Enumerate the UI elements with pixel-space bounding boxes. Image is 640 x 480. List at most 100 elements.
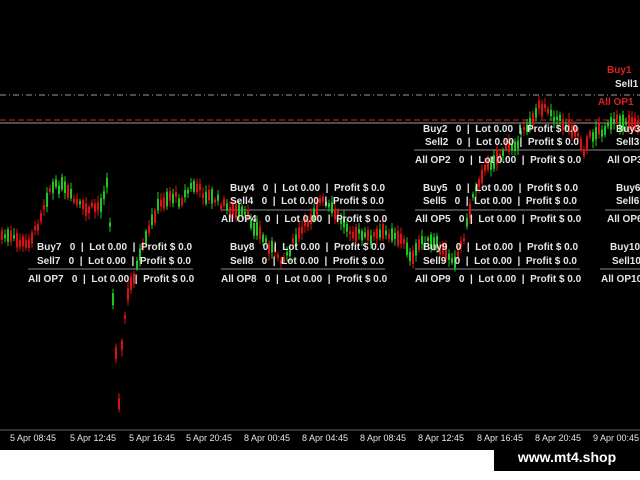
time-tick-label: 8 Apr 12:45 <box>418 433 465 443</box>
candle-body <box>25 240 27 248</box>
candle-body <box>196 183 198 193</box>
candle-body <box>298 227 300 239</box>
panel-10-all: All OP10 <box>601 274 640 285</box>
panel-9-sell: Sell9 0 | Lot 0.00 | Profit $ 0.0 <box>423 256 577 267</box>
candle-body <box>169 190 171 201</box>
panel-7-all: All OP7 0 | Lot 0.00 | Profit $ 0.0 <box>28 274 195 285</box>
candle-body <box>538 100 540 109</box>
panel-8-buy: Buy8 0 | Lot 0.00 | Profit $ 0.0 <box>230 242 386 253</box>
candle-body <box>361 230 363 241</box>
candle-body <box>598 123 600 135</box>
candle-body <box>481 170 483 184</box>
buy-level-label: Buy1 <box>607 65 632 76</box>
candle-body <box>583 149 585 156</box>
panel-3-sell: Sell3 <box>616 137 640 148</box>
candle-body <box>46 192 48 207</box>
candle-body <box>223 199 225 206</box>
panel-3-all: All OP3 <box>607 155 640 166</box>
candle-body <box>166 191 168 207</box>
time-tick-label: 5 Apr 08:45 <box>10 433 57 443</box>
candle-body <box>43 205 45 210</box>
panel-4-sell: Sell4 0 | Lot 0.00 | Profit $ 0.0 <box>230 196 384 207</box>
candle-body <box>595 127 597 140</box>
candle-body <box>91 202 93 207</box>
candle-body <box>28 239 30 248</box>
candle-body <box>178 198 180 207</box>
candle-body <box>400 233 402 244</box>
candle-body <box>58 185 60 194</box>
candle-body <box>88 207 90 214</box>
candle-body <box>202 193 204 199</box>
candle-body <box>205 191 207 204</box>
candle-body <box>367 229 369 241</box>
candle-body <box>211 189 213 204</box>
candle-body <box>208 189 210 201</box>
candle-body <box>163 197 165 209</box>
candle-body <box>352 231 354 239</box>
candle-body <box>541 103 543 117</box>
candle-body <box>385 230 387 236</box>
panel-6-sell: Sell6 <box>616 196 640 207</box>
panel-7-buy: Buy7 0 | Lot 0.00 | Profit $ 0.0 <box>37 242 193 253</box>
candle-body <box>151 214 153 226</box>
time-tick-label: 8 Apr 16:45 <box>477 433 524 443</box>
candle-body <box>127 288 129 301</box>
candle-body <box>199 183 201 191</box>
candle-body <box>52 181 54 194</box>
candle-body <box>406 242 408 255</box>
panel-2-sell: Sell2 0 | Lot 0.00 | Profit $ 0.0 <box>425 137 579 148</box>
candle-body <box>154 210 156 223</box>
candle-body <box>379 229 381 238</box>
panel-5-all: All OP5 0 | Lot 0.00 | Profit $ 0.0 <box>415 214 582 225</box>
candle-body <box>112 293 114 306</box>
price-chart[interactable] <box>0 0 640 480</box>
candle-body <box>556 116 558 121</box>
watermark-logo: www.mt4.shop <box>494 443 640 471</box>
candle-body <box>103 191 105 200</box>
candle-body <box>550 109 552 117</box>
candle-body <box>427 237 429 241</box>
candle-body <box>373 232 375 237</box>
candle-body <box>73 198 75 203</box>
panel-7-sell: Sell7 0 | Lot 0.00 | Profit $ 0.0 <box>37 256 191 267</box>
candle-body <box>175 192 177 197</box>
candle-body <box>604 126 606 135</box>
candle-body <box>559 114 561 121</box>
candle-body <box>19 240 21 247</box>
candle-body <box>31 232 33 244</box>
candle-body <box>412 250 414 265</box>
time-tick-label: 5 Apr 16:45 <box>129 433 176 443</box>
candle-body <box>85 203 87 216</box>
candle-body <box>100 198 102 212</box>
candle-body <box>40 213 42 222</box>
candle-body <box>358 229 360 234</box>
candle-body <box>187 189 189 194</box>
candle-body <box>364 232 366 238</box>
candle-body <box>7 229 9 242</box>
panel-5-buy: Buy5 0 | Lot 0.00 | Profit $ 0.0 <box>423 183 579 194</box>
candle-body <box>397 231 399 246</box>
candle-body <box>601 129 603 137</box>
candle-body <box>157 198 159 211</box>
candle-body <box>70 188 72 199</box>
candle-body <box>34 226 36 231</box>
candle-body <box>160 199 162 207</box>
candle-body <box>22 236 24 247</box>
candle-body <box>79 201 81 205</box>
candle-body <box>1 230 3 241</box>
panel-10-buy: Buy10 <box>610 242 640 253</box>
candle-body <box>610 117 612 130</box>
panel-6-buy: Buy6 <box>616 183 640 194</box>
candle-body <box>226 203 228 211</box>
candle-body <box>262 234 264 242</box>
candle-body <box>418 239 420 250</box>
sell-level-label: Sell1 <box>615 79 639 90</box>
candle-body <box>580 139 582 150</box>
candle-body <box>49 188 51 192</box>
candle-body <box>220 204 222 209</box>
time-tick-label: 8 Apr 00:45 <box>244 433 291 443</box>
time-tick-label: 8 Apr 20:45 <box>535 433 582 443</box>
all-op-level-label: All OP1 <box>598 97 634 108</box>
panel-3-buy: Buy3 <box>616 124 640 135</box>
panel-6-all: All OP6 <box>607 214 640 225</box>
